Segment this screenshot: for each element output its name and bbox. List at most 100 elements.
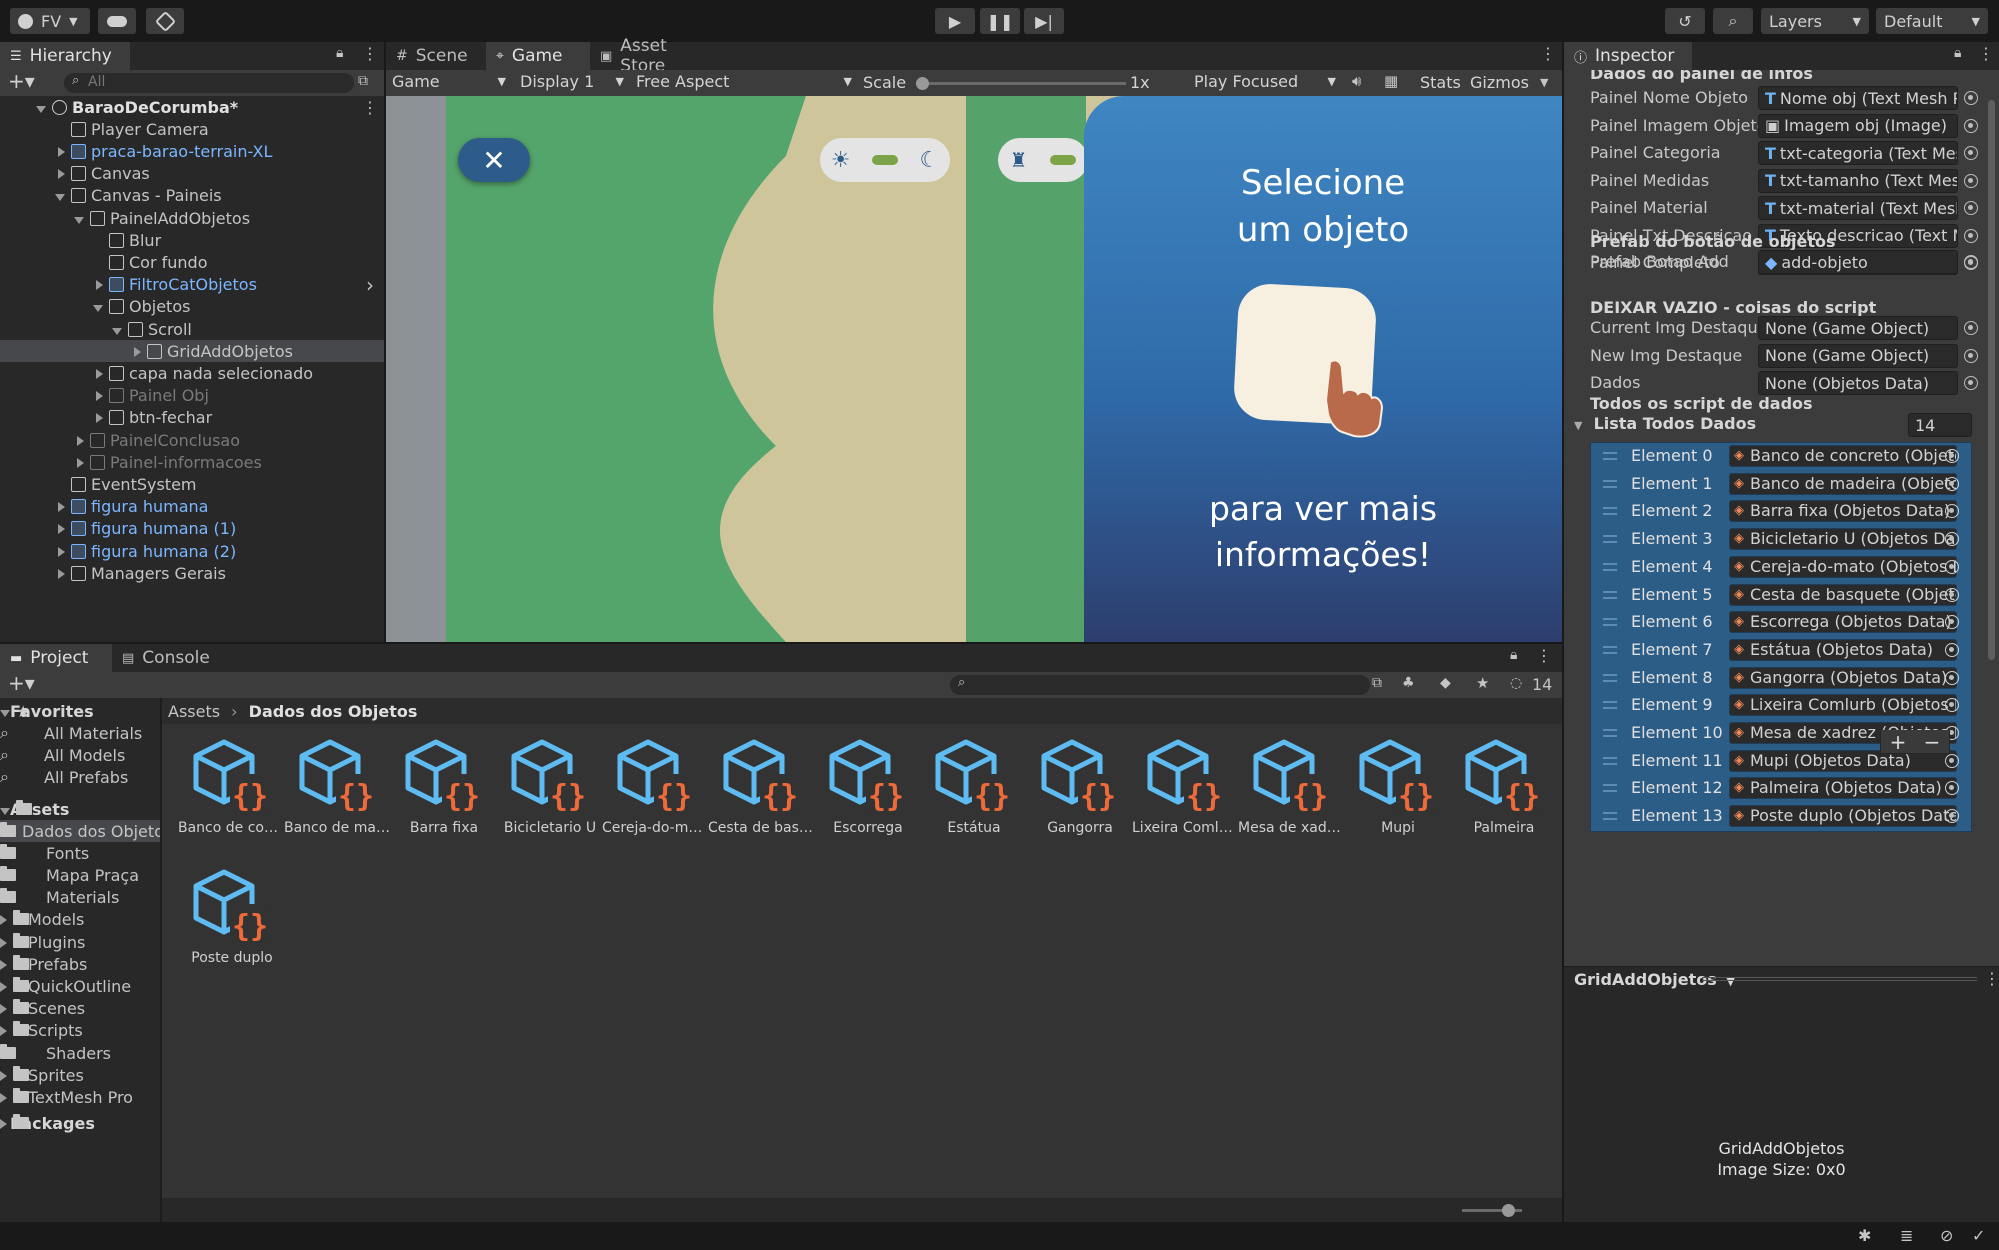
step-button[interactable]: ▶| [1024,8,1064,34]
object-picker-icon[interactable] [1945,587,1959,602]
stats-button[interactable]: Stats [1420,73,1461,92]
list-element-field[interactable]: ◈ Cereja-do-mato (Objetos Data) [1729,555,1957,578]
list-element-row[interactable]: Element 6 ◈ Escorrega (Objetos Data) [1591,609,1971,636]
folder-item[interactable]: Shaders [0,1042,160,1064]
list-element-field[interactable]: ◈ Banco de madeira (Objetos Data) [1729,472,1957,495]
hierarchy-item[interactable]: BaraoDeCorumba* ⋮ [0,96,384,118]
drag-handle-icon[interactable] [1603,812,1617,821]
chevron-right-icon[interactable] [0,1026,7,1037]
hierarchy-item[interactable]: PainelConclusao [0,429,384,451]
hierarchy-item[interactable]: praca-barao-terrain-XL [0,140,384,162]
scale-slider-thumb[interactable] [916,77,929,90]
folder-item[interactable]: QuickOutline [0,975,160,997]
chevron-right-icon[interactable] [58,568,65,579]
drag-handle-icon[interactable] [1603,535,1617,544]
drag-handle-icon[interactable] [1603,784,1617,793]
search-mode-icon[interactable]: ⧉ [1372,675,1382,691]
tab-hierarchy[interactable]: ☰ Hierarchy [0,42,130,70]
chevron-down-icon[interactable] [0,709,10,717]
list-element-row[interactable]: Element 9 ◈ Lixeira Comlurb (Objetos Data) [1591,692,1971,719]
chevron-right-icon[interactable] [0,981,7,992]
inspector-scrollbar-thumb[interactable] [1988,100,1995,660]
status-check-icon[interactable]: ✓ [1972,1226,1985,1245]
chevron-right-icon[interactable] [134,346,141,357]
hierarchy-item[interactable]: PainelAddObjetos [0,207,384,229]
chevron-right-icon[interactable] [0,1118,7,1129]
hierarchy-item[interactable]: figura humana (1) [0,518,384,540]
inspector-object-field[interactable]: ▣ Imagem obj (Image) [1758,113,1958,138]
list-element-row[interactable]: Element 4 ◈ Cereja-do-mato (Objetos Data) [1591,554,1971,581]
inspector-object-field[interactable]: Ttxt-categoria (Text Mesh Pro UGUI) [1758,141,1958,165]
folder-item[interactable]: Dados dos Objetos [0,820,160,842]
filter-type-icon[interactable]: ♣ [1402,675,1415,691]
hierarchy-item[interactable]: Canvas - Paineis [0,185,384,207]
tab-inspector[interactable]: ⓘ Inspector [1564,42,1692,70]
list-element-row[interactable]: Element 13 ◈ Poste duplo (Objetos Data) [1591,803,1971,830]
object-picker-icon[interactable] [1964,146,1978,160]
list-todos-dados-header[interactable]: ▼ Lista Todos Dados [1574,414,1954,438]
object-picker-icon[interactable] [1945,670,1959,685]
search-mode-icon[interactable]: ⧉ [358,73,368,89]
chevron-down-icon[interactable]: ▼ [1540,76,1548,89]
object-picker-icon[interactable] [1945,449,1959,463]
hierarchy-item[interactable]: Objetos [0,296,384,318]
object-picker-icon[interactable] [1964,376,1978,390]
hierarchy-item[interactable]: Cor fundo [0,251,384,273]
object-picker-icon[interactable] [1964,201,1978,215]
chevron-down-icon[interactable] [112,327,122,335]
asset-item[interactable]: {} Escorrega [818,738,918,848]
asset-item[interactable]: {} Banco de concreto [178,738,286,848]
asset-item[interactable]: {} Poste duplo [182,868,282,978]
lock-icon[interactable]: 🔒︎ [1510,647,1517,663]
chevron-right-icon[interactable] [0,915,7,926]
icon-size-slider-thumb[interactable] [1502,1204,1515,1217]
tab-asset-store[interactable]: ▣ Asset Store [590,36,720,76]
breadcrumb-current[interactable]: Dados dos Objetos [249,702,418,721]
assets-header[interactable]: Assets [0,798,160,820]
list-element-row[interactable]: Element 12 ◈ Palmeira (Objetos Data) [1591,775,1971,802]
project-search-input[interactable]: ⌕ [950,675,1370,695]
chevron-right-icon[interactable] [58,502,65,513]
favorite-item[interactable]: ⌕ All Models [0,744,160,766]
object-picker-icon[interactable] [1945,753,1959,768]
theme-toggle[interactable]: ☀ ☾ [820,138,950,182]
tab-console[interactable]: ▤ Console [112,644,224,672]
list-element-row[interactable]: Element 0 ◈ Banco de concreto (Objetos Dat… [1591,443,1971,470]
chevron-right-icon[interactable] [58,169,65,180]
folder-item[interactable]: Plugins [0,931,160,953]
inspector-object-field[interactable]: None (Objetos Data) [1758,371,1958,395]
folder-item[interactable]: Prefabs [0,953,160,975]
drag-handle-icon[interactable] [1603,701,1617,710]
drag-handle-icon[interactable] [1603,756,1617,765]
folder-item[interactable]: Scripts [0,1020,160,1042]
hierarchy-item[interactable]: Player Camera [0,118,384,140]
chevron-right-icon[interactable] [0,1070,7,1081]
icon-size-slider[interactable] [1462,1204,1522,1217]
inspector-object-field[interactable]: None (Game Object) [1758,316,1958,340]
chevron-right-icon[interactable] [58,524,65,535]
seat-toggle[interactable]: ♜ [998,138,1088,182]
inspector-scrollbar[interactable] [1986,70,1996,730]
chevron-down-icon[interactable] [36,105,46,113]
list-element-row[interactable]: Element 2 ◈ Barra fixa (Objetos Data) [1591,498,1971,525]
asset-item[interactable]: {} Cereja-do-mato [602,738,710,848]
hierarchy-item[interactable]: Blur [0,229,384,251]
inspector-object-field[interactable]: Ttxt-material (Text Mesh Pro UGUI) [1758,196,1958,220]
inspector-object-field[interactable]: TNome obj (Text Mesh Pro UGUI) [1758,86,1958,110]
speaker-icon[interactable]: 🔊︎ [1352,72,1361,90]
list-element-row[interactable]: Element 1 ◈ Banco de madeira (Objetos Data… [1591,471,1971,498]
play-button[interactable]: ▶ [935,8,975,34]
asset-item[interactable]: {} Barra fixa [394,738,494,848]
scale-slider[interactable] [916,77,1126,90]
drag-handle-icon[interactable] [1603,562,1617,571]
hierarchy-item[interactable]: GridAddObjetos [0,340,384,363]
drag-handle-icon[interactable] [1603,452,1617,460]
more-menu-icon[interactable]: ⋮ [1536,646,1552,665]
more-menu-icon[interactable]: ⋮ [1978,44,1994,63]
object-picker-icon[interactable] [1945,476,1959,491]
list-element-field[interactable]: ◈ Barra fixa (Objetos Data) [1729,500,1957,523]
folder-item[interactable]: Mapa Praça [0,864,160,886]
lock-icon[interactable]: 🔒︎ [1954,45,1961,61]
list-element-field[interactable]: ◈ Poste duplo (Objetos Data) [1729,805,1957,828]
drag-handle-icon[interactable] [1603,618,1617,627]
